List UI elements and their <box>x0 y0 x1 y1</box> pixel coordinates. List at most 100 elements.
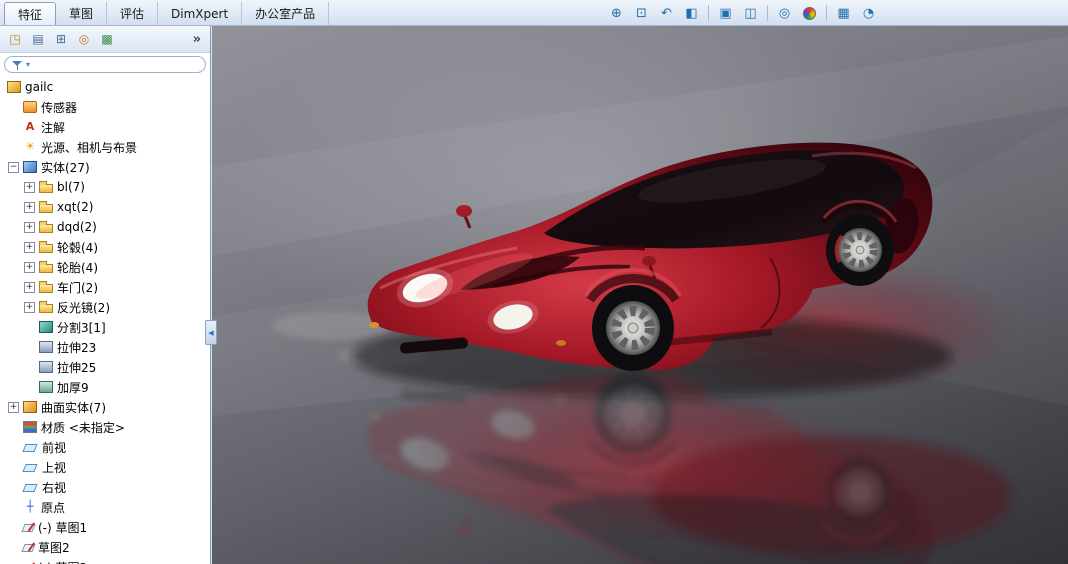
panel-collapse-handle[interactable]: ◀ <box>205 320 217 345</box>
material-icon <box>23 421 37 433</box>
previous-view-icon[interactable]: ↶ <box>655 3 678 23</box>
annotation-tool-icon[interactable]: ▤ <box>28 29 48 49</box>
tree-expand-slot <box>7 141 20 154</box>
tree-expand-slot <box>7 501 20 514</box>
tree-item-extrude23[interactable]: 拉伸23 <box>0 337 210 357</box>
tree-item-label: (-) 草图3 <box>38 559 93 564</box>
lights-icon: ☀ <box>25 140 35 153</box>
tree-item-label: 曲面实体(7) <box>41 400 106 415</box>
thicken-icon <box>39 381 53 393</box>
solidworks-window: { "command_tabs": { "items": [ { "id": "… <box>0 0 1068 564</box>
expand-box-icon[interactable]: + <box>24 181 35 193</box>
tab-dimxpert[interactable]: DimXpert <box>158 2 243 25</box>
tree-item-sketch3[interactable]: (-) 草图3 <box>0 557 210 564</box>
tree-expand-slot <box>23 341 36 354</box>
apply-scene-icon[interactable]: ▦ <box>832 3 855 23</box>
tree-item-extrude25[interactable]: 拉伸25 <box>0 357 210 377</box>
tab-features[interactable]: 特征 <box>4 2 57 25</box>
tree-item-folder-mirror[interactable]: + 反光镜(2) <box>0 297 210 317</box>
edit-appearance-icon[interactable] <box>798 3 821 23</box>
expand-box-icon[interactable]: + <box>8 401 19 413</box>
zoom-to-fit-icon[interactable]: ⊕ <box>605 3 628 23</box>
hide-show-items-icon[interactable]: ◎ <box>773 3 796 23</box>
tab-office-products[interactable]: 办公室产品 <box>242 2 330 25</box>
plane-icon <box>22 484 38 492</box>
tree-filter-bar[interactable]: ▾ <box>4 56 206 73</box>
tree-expand-slot: − <box>7 161 20 174</box>
zoom-area-icon[interactable]: ⊡ <box>630 3 653 23</box>
toolbar-separator <box>708 5 709 21</box>
expand-box-icon[interactable]: + <box>24 221 35 233</box>
tree-item-gailc[interactable]: gailc <box>0 77 210 97</box>
section-view-icon[interactable]: ◧ <box>680 3 703 23</box>
tree-item-label: 草图2 <box>38 540 70 555</box>
part-icon <box>7 81 21 93</box>
tree-item-sensors[interactable]: 传感器 <box>0 97 210 117</box>
surface-bodies-icon <box>23 401 37 413</box>
tree-item-annotations[interactable]: A 注解 <box>0 117 210 137</box>
view-settings-icon[interactable]: ◔ <box>857 3 880 23</box>
selection-tool-icon[interactable]: ◳ <box>5 29 25 49</box>
tree-item-label: gailc <box>25 80 54 94</box>
tree-item-label: 右视 <box>42 480 67 495</box>
tree-item-surface-bodies[interactable]: + 曲面实体(7) <box>0 397 210 417</box>
tree-item-origin[interactable]: ┼ 原点 <box>0 497 210 517</box>
tree-item-solid-bodies[interactable]: − 实体(27) <box>0 157 210 177</box>
command-manager-bar: 特征 草图 评估 DimXpert 办公室产品 ⊕ ⊡ ↶ ◧ ▣ ◫ ◎ ▦ ◔ <box>0 0 1068 26</box>
tree-item-label: 拉伸25 <box>57 360 97 375</box>
folder-icon <box>39 180 53 193</box>
tree-item-right-plane[interactable]: 右视 <box>0 477 210 497</box>
tree-expand-slot <box>7 441 20 454</box>
tree-item-folder-wheel-hub[interactable]: + 轮毂(4) <box>0 237 210 257</box>
tab-sketch[interactable]: 草图 <box>56 2 108 25</box>
tree-item-material[interactable]: 材质 <未指定> <box>0 417 210 437</box>
tree-item-label: 实体(27) <box>41 160 90 175</box>
tree-item-front-plane[interactable]: 前视 <box>0 437 210 457</box>
tree-item-label: 轮毂(4) <box>57 240 98 255</box>
expand-box-icon[interactable]: + <box>24 241 35 253</box>
tree-item-lights-cameras-scene[interactable]: ☀ 光源、相机与布景 <box>0 137 210 157</box>
tree-item-folder-xqt[interactable]: + xqt(2) <box>0 197 210 217</box>
tree-item-label: 材质 <未指定> <box>41 420 125 435</box>
target-tool-icon[interactable]: ◎ <box>74 29 94 49</box>
panel-toolbar: ◳ ▤ ⊞ ◎ ▩ » <box>0 26 210 53</box>
folder-icon <box>39 260 53 273</box>
copy-tool-icon[interactable]: ⊞ <box>51 29 71 49</box>
view-heads-up-toolbar: ⊕ ⊡ ↶ ◧ ▣ ◫ ◎ ▦ ◔ <box>605 3 880 23</box>
tree-item-top-plane[interactable]: 上视 <box>0 457 210 477</box>
tree-item-split3[interactable]: 分割3[1] <box>0 317 210 337</box>
tree-expand-slot: + <box>23 261 36 274</box>
tree-item-sketch2[interactable]: 草图2 <box>0 537 210 557</box>
expand-box-icon[interactable]: + <box>24 201 35 213</box>
tree-item-thicken9[interactable]: 加厚9 <box>0 377 210 397</box>
car-render-3d[interactable] <box>212 26 1068 564</box>
tree-item-folder-tire[interactable]: + 轮胎(4) <box>0 257 210 277</box>
toolbar-overflow-button[interactable]: » <box>189 32 205 47</box>
tree-expand-slot: + <box>23 241 36 254</box>
tab-evaluate[interactable]: 评估 <box>107 2 159 25</box>
tree-item-label: 传感器 <box>41 100 78 115</box>
image-tool-icon[interactable]: ▩ <box>97 29 117 49</box>
view-orientation-icon[interactable]: ▣ <box>714 3 737 23</box>
tree-item-sketch1[interactable]: (-) 草图1 <box>0 517 210 537</box>
expand-box-icon[interactable]: + <box>24 261 35 273</box>
expand-box-icon[interactable]: + <box>24 281 35 293</box>
filter-dropdown-icon[interactable]: ▾ <box>26 60 30 69</box>
folder-icon <box>39 300 53 313</box>
expand-box-icon[interactable]: + <box>24 301 35 313</box>
tree-expand-slot: + <box>23 181 36 194</box>
tree-item-folder-dqd[interactable]: + dqd(2) <box>0 217 210 237</box>
filter-funnel-icon[interactable] <box>12 60 22 70</box>
collapse-box-icon[interactable]: − <box>8 161 19 173</box>
graphics-viewport[interactable] <box>212 26 1068 564</box>
tree-filter-input[interactable] <box>34 58 198 71</box>
display-style-icon[interactable]: ◫ <box>739 3 762 23</box>
tree-item-folder-bl[interactable]: + bl(7) <box>0 177 210 197</box>
sensors-icon <box>23 101 37 113</box>
tree-item-folder-door[interactable]: + 车门(2) <box>0 277 210 297</box>
